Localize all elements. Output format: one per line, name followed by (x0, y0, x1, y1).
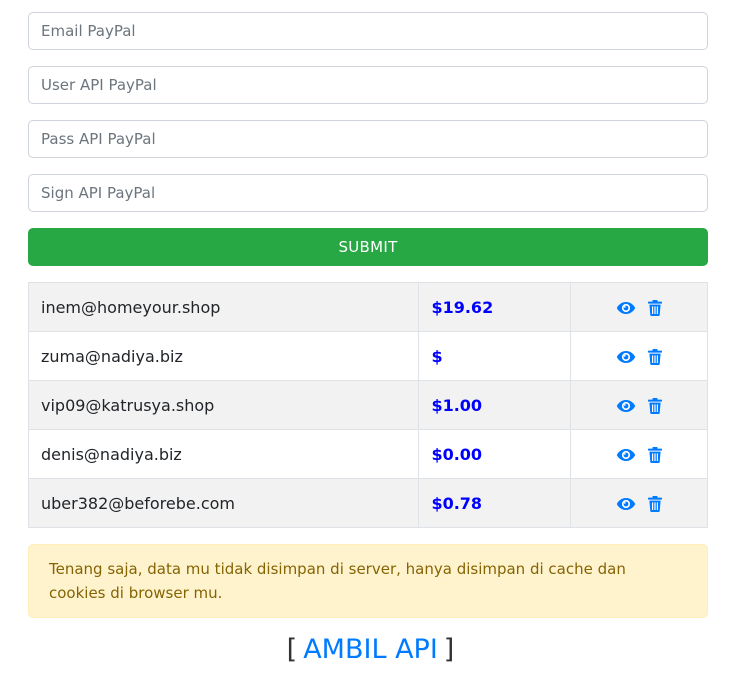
paypal-api-form (28, 12, 708, 228)
account-email: vip09@katrusya.shop (27, 380, 420, 430)
sign-api-paypal-input[interactable] (28, 174, 708, 212)
account-balance: $0.00 (418, 429, 572, 479)
row-actions (570, 282, 708, 332)
email-paypal-input[interactable] (28, 12, 708, 50)
account-email: uber382@beforebe.com (27, 478, 420, 528)
table-row: inem@homeyour.shop $19.62 (27, 282, 708, 332)
table-row: vip09@katrusya.shop $1.00 (27, 380, 708, 430)
eye-icon[interactable] (616, 301, 636, 315)
account-balance: $ (418, 331, 572, 381)
account-balance: $19.62 (418, 282, 572, 332)
ambil-api-link-wrapper: [AMBIL API] (0, 630, 741, 670)
account-balance: $1.00 (418, 380, 572, 430)
account-email: denis@nadiya.biz (27, 429, 420, 479)
table-row: denis@nadiya.biz $0.00 (27, 429, 708, 479)
account-email: inem@homeyour.shop (27, 282, 420, 332)
table-row: zuma@nadiya.biz $ (27, 331, 708, 381)
trash-icon[interactable] (648, 300, 663, 316)
row-actions (570, 331, 708, 381)
user-api-paypal-input[interactable] (28, 66, 708, 104)
eye-icon[interactable] (616, 497, 636, 511)
pass-api-paypal-input[interactable] (28, 120, 708, 158)
eye-icon[interactable] (616, 350, 636, 364)
row-actions (570, 429, 708, 479)
account-balance: $0.78 (418, 478, 572, 528)
eye-icon[interactable] (616, 448, 636, 462)
account-email: zuma@nadiya.biz (27, 331, 420, 381)
privacy-notice: Tenang saja, data mu tidak disimpan di s… (28, 544, 708, 618)
trash-icon[interactable] (648, 349, 663, 365)
open-bracket: [ (286, 634, 298, 665)
accounts-table: inem@homeyour.shop $19.62 zuma@nadiya.biz $… (27, 282, 708, 528)
trash-icon[interactable] (648, 496, 663, 512)
trash-icon[interactable] (648, 447, 663, 463)
row-actions (570, 478, 708, 528)
trash-icon[interactable] (648, 398, 663, 414)
table-row: uber382@beforebe.com $0.78 (27, 478, 708, 528)
eye-icon[interactable] (616, 399, 636, 413)
ambil-api-link[interactable]: AMBIL API (303, 634, 438, 665)
close-bracket: ] (443, 634, 455, 665)
row-actions (570, 380, 708, 430)
submit-button[interactable]: SUBMIT (28, 228, 708, 266)
